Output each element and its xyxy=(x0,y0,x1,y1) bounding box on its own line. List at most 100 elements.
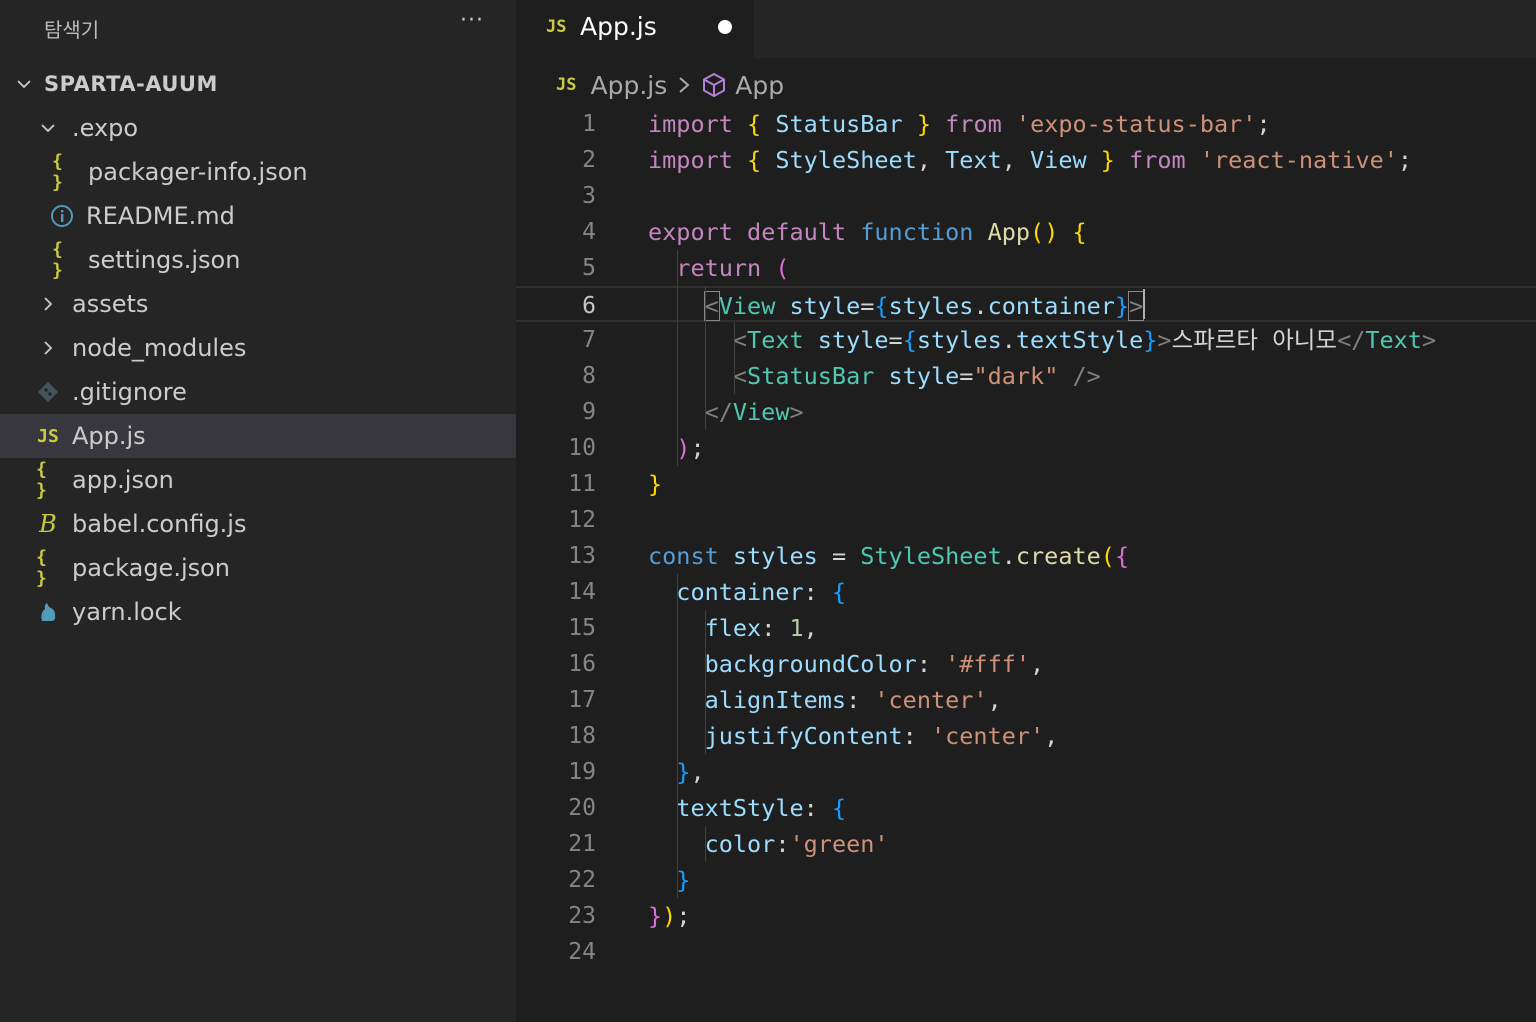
chevron-right-icon xyxy=(677,75,691,95)
line-number: 16 xyxy=(568,651,596,677)
code-text: export default function App() { xyxy=(648,218,1087,246)
code-text: textStyle: { xyxy=(676,794,847,822)
json-file-icon: { } xyxy=(36,459,47,501)
tree-item-label: assets xyxy=(72,290,149,318)
code-text: } xyxy=(648,470,663,498)
line-number: 6 xyxy=(582,293,596,319)
code-line[interactable]: 17 alignItems: 'center', xyxy=(516,682,1536,718)
code-line[interactable]: 4 export default function App() { xyxy=(516,214,1536,250)
git-icon xyxy=(36,381,60,403)
js-file-icon: JS xyxy=(546,17,567,37)
code-line[interactable]: 10 ); xyxy=(516,430,1536,466)
tree-item[interactable]: { } package.json xyxy=(0,546,516,590)
tree-item[interactable]: README.md xyxy=(0,194,516,238)
explorer-sidebar: 탐색기 ··· SPARTA-AUUM .expo { } packager-info… xyxy=(0,0,516,1022)
tree-item-label: package.json xyxy=(72,554,231,582)
tree-item[interactable]: .expo xyxy=(0,106,516,150)
code-text: flex: 1, xyxy=(704,614,818,642)
tree-item[interactable]: { } packager-info.json xyxy=(0,150,516,194)
line-number: 23 xyxy=(568,903,596,929)
line-number: 11 xyxy=(568,471,596,497)
line-number: 9 xyxy=(582,399,596,425)
code-line[interactable]: 18 justifyContent: 'center', xyxy=(516,718,1536,754)
tab-app-js[interactable]: JS App.js xyxy=(516,0,754,58)
code-line[interactable]: 20 textStyle: { xyxy=(516,790,1536,826)
tree-item[interactable]: { } app.json xyxy=(0,458,516,502)
indent-guide xyxy=(705,826,707,862)
chevron-down-icon xyxy=(38,118,58,138)
chevron-right-icon xyxy=(38,338,58,358)
tree-item-label: .expo xyxy=(72,114,139,142)
code-line[interactable]: 16 backgroundColor: '#fff', xyxy=(516,646,1536,682)
indent-guide xyxy=(733,322,735,394)
code-line[interactable]: 12 xyxy=(516,502,1536,538)
code-line[interactable]: 11} xyxy=(516,466,1536,502)
line-number: 20 xyxy=(568,795,596,821)
code-line[interactable]: 9 </View> xyxy=(516,394,1536,430)
line-number: 1 xyxy=(582,111,596,137)
code-line[interactable]: 2 import { StyleSheet, Text, View } from … xyxy=(516,142,1536,178)
tree-item[interactable]: JS App.js xyxy=(0,414,516,458)
tree-root-folder[interactable]: SPARTA-AUUM xyxy=(0,62,516,106)
breadcrumb-symbol[interactable]: App xyxy=(735,71,784,100)
code-text: color:'green' xyxy=(704,830,889,858)
line-number: 10 xyxy=(568,435,596,461)
line-number: 21 xyxy=(568,831,596,857)
code-line[interactable]: 15 flex: 1, xyxy=(516,610,1536,646)
line-number: 12 xyxy=(568,507,596,533)
line-number: 2 xyxy=(582,147,596,173)
breadcrumb-file[interactable]: App.js xyxy=(590,71,667,100)
code-line[interactable]: 6 <View style={styles.container}> xyxy=(516,286,1536,322)
text-cursor xyxy=(1143,289,1146,319)
line-number: 17 xyxy=(568,687,596,713)
code-line[interactable]: 19 }, xyxy=(516,754,1536,790)
code-text: return ( xyxy=(676,254,790,282)
code-text: container: { xyxy=(676,578,847,606)
code-line[interactable]: 24 xyxy=(516,934,1536,970)
indent-guide xyxy=(676,574,678,898)
code-text: import { StatusBar } from 'expo-status-b… xyxy=(648,110,1271,138)
tree-item-label: babel.config.js xyxy=(72,510,247,538)
line-number: 3 xyxy=(582,183,596,209)
code-text: }); xyxy=(648,902,691,930)
code-line[interactable]: 21 color:'green' xyxy=(516,826,1536,862)
root-folder-label: SPARTA-AUUM xyxy=(44,72,218,96)
code-text: alignItems: 'center', xyxy=(704,686,1002,714)
unsaved-dot-icon[interactable] xyxy=(718,20,732,34)
line-number: 19 xyxy=(568,759,596,785)
indent-guide xyxy=(705,286,707,430)
code-line[interactable]: 3 xyxy=(516,178,1536,214)
tree-item[interactable]: Bbabel.config.js xyxy=(0,502,516,546)
tree-item[interactable]: assets xyxy=(0,282,516,326)
code-text: <View style={styles.container}> xyxy=(703,291,1145,321)
chevron-right-icon xyxy=(38,294,58,314)
code-text: <Text style={styles.textStyle}>스파르타 아니모<… xyxy=(732,326,1437,354)
code-line[interactable]: 14 container: { xyxy=(516,574,1536,610)
code-line[interactable]: 5 return ( xyxy=(516,250,1536,286)
code-line[interactable]: 13 const styles = StyleSheet.create({ xyxy=(516,538,1536,574)
json-file-icon: { } xyxy=(52,151,63,193)
line-number: 7 xyxy=(582,327,596,353)
line-number: 18 xyxy=(568,723,596,749)
line-number: 14 xyxy=(568,579,596,605)
tree-item-label: app.json xyxy=(72,466,174,494)
breadcrumb: JS App.js App xyxy=(556,66,784,104)
tree-item[interactable]: .gitignore xyxy=(0,370,516,414)
more-actions-icon[interactable]: ··· xyxy=(460,8,484,33)
code-line[interactable]: 23}); xyxy=(516,898,1536,934)
code-line[interactable]: 7 <Text style={styles.textStyle}>스파르타 아니… xyxy=(516,322,1536,358)
json-file-icon: { } xyxy=(36,547,47,589)
symbol-cube-icon xyxy=(701,72,727,98)
code-line[interactable]: 8 <StatusBar style="dark" /> xyxy=(516,358,1536,394)
tree-item[interactable]: yarn.lock xyxy=(0,590,516,634)
line-number: 5 xyxy=(582,255,596,281)
tree-item[interactable]: { } settings.json xyxy=(0,238,516,282)
code-line[interactable]: 1 import { StatusBar } from 'expo-status-… xyxy=(516,106,1536,142)
line-number: 8 xyxy=(582,363,596,389)
tree-item[interactable]: node_modules xyxy=(0,326,516,370)
tree-item-label: yarn.lock xyxy=(72,598,182,626)
code-line[interactable]: 22 } xyxy=(516,862,1536,898)
line-number: 13 xyxy=(568,543,596,569)
line-number: 22 xyxy=(568,867,596,893)
line-number: 4 xyxy=(582,219,596,245)
